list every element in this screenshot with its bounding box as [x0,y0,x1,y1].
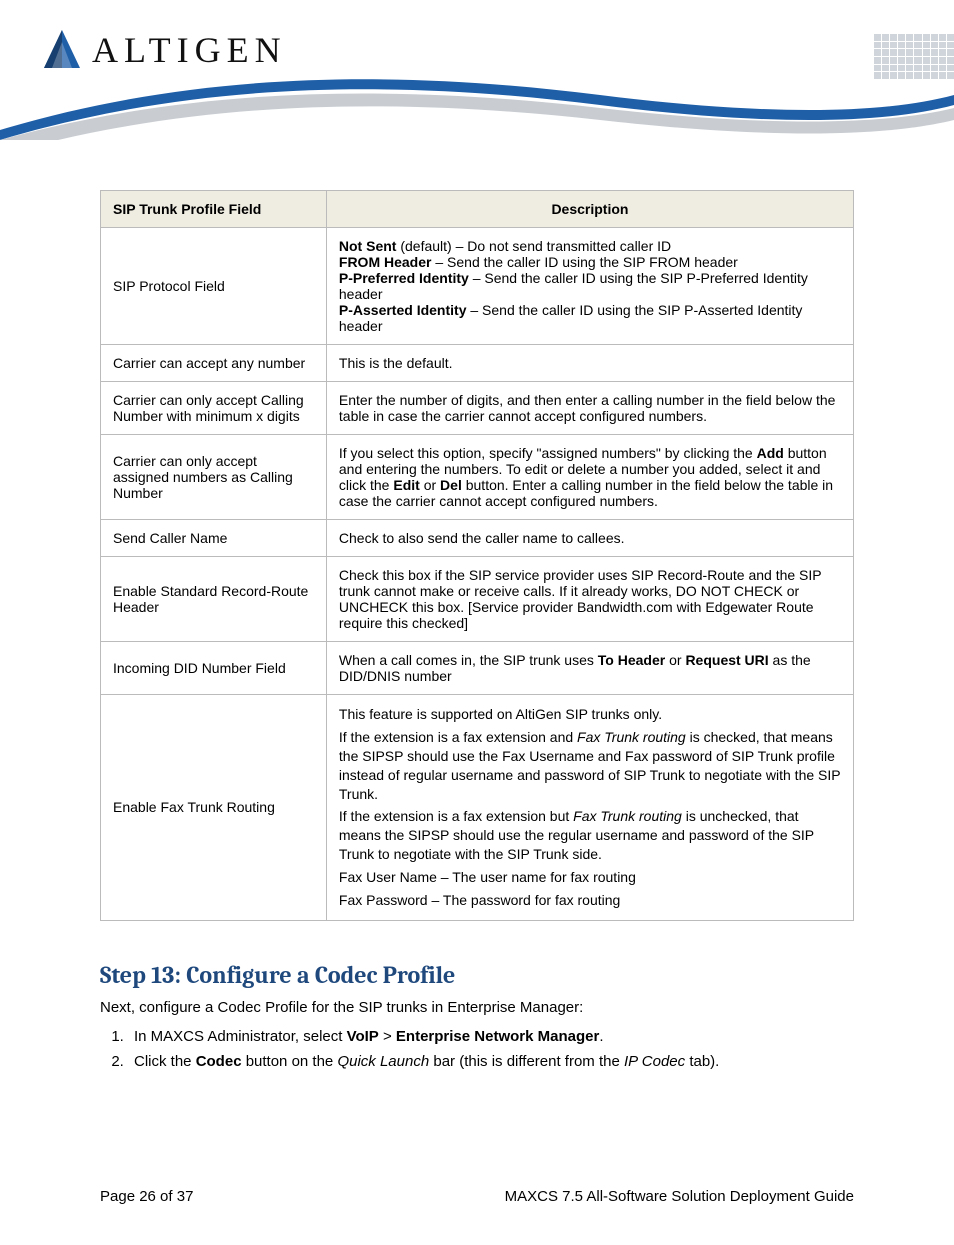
table-cell-field: Carrier can only accept assigned numbers… [101,435,327,520]
table-cell-description: Enter the number of digits, and then ent… [326,382,853,435]
table-row: Incoming DID Number FieldWhen a call com… [101,642,854,695]
table-cell-description: This feature is supported on AltiGen SIP… [326,695,853,921]
table-cell-description: This is the default. [326,345,853,382]
list-item: In MAXCS Administrator, select VoIP > En… [128,1028,854,1045]
page-header: ALTIGEN [0,0,954,140]
table-row: Send Caller NameCheck to also send the c… [101,520,854,557]
table-row: Enable Fax Trunk RoutingThis feature is … [101,695,854,921]
table-cell-description: Not Sent (default) – Do not send transmi… [326,228,853,345]
table-cell-description: If you select this option, specify "assi… [326,435,853,520]
section-heading: Step 13: Configure a Codec Profile [100,961,854,989]
table-row: Carrier can only accept assigned numbers… [101,435,854,520]
table-cell-field: Enable Fax Trunk Routing [101,695,327,921]
table-cell-field: Incoming DID Number Field [101,642,327,695]
section-intro: Next, configure a Codec Profile for the … [100,999,854,1016]
document-title: MAXCS 7.5 All-Software Solution Deployme… [505,1188,854,1205]
sip-trunk-profile-table: SIP Trunk Profile Field Description SIP … [100,190,854,921]
table-cell-description: Check to also send the caller name to ca… [326,520,853,557]
table-header-field: SIP Trunk Profile Field [101,191,327,228]
table-row: SIP Protocol FieldNot Sent (default) – D… [101,228,854,345]
section-steps: In MAXCS Administrator, select VoIP > En… [128,1028,854,1070]
page-number: Page 26 of 37 [100,1188,193,1205]
table-cell-field: SIP Protocol Field [101,228,327,345]
header-swoosh-icon [0,60,954,140]
table-cell-field: Carrier can only accept Calling Number w… [101,382,327,435]
table-row: Carrier can only accept Calling Number w… [101,382,854,435]
table-row: Enable Standard Record-Route HeaderCheck… [101,557,854,642]
table-cell-field: Send Caller Name [101,520,327,557]
table-header-description: Description [326,191,853,228]
table-cell-field: Carrier can accept any number [101,345,327,382]
table-row: Carrier can accept any numberThis is the… [101,345,854,382]
table-cell-description: When a call comes in, the SIP trunk uses… [326,642,853,695]
list-item: Click the Codec button on the Quick Laun… [128,1053,854,1070]
table-cell-description: Check this box if the SIP service provid… [326,557,853,642]
page-footer: Page 26 of 37 MAXCS 7.5 All-Software Sol… [0,1118,954,1245]
table-cell-field: Enable Standard Record-Route Header [101,557,327,642]
